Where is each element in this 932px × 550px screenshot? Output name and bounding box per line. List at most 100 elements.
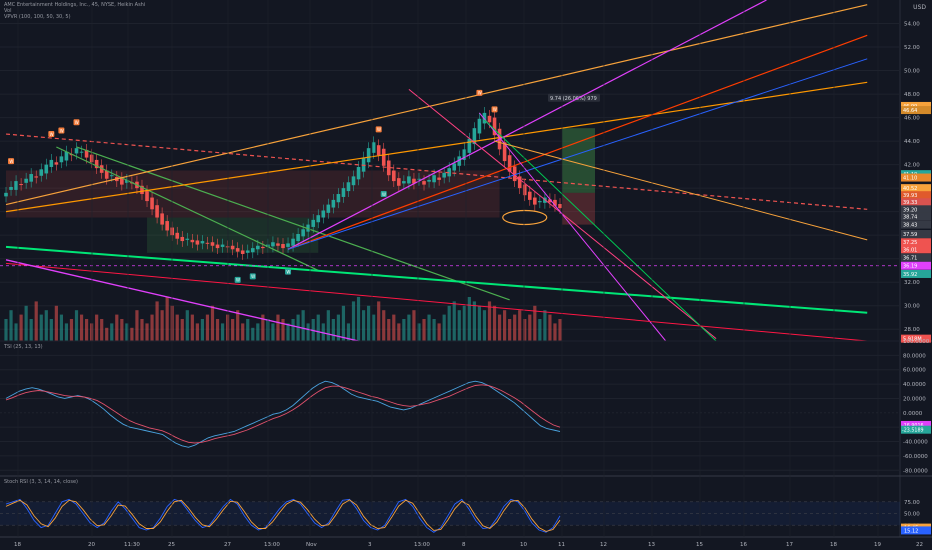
time-tick-label: 22 [916, 542, 923, 548]
candle-body [250, 248, 255, 253]
stoch-rsi-legend[interactable]: Stoch RSI (3, 3, 14, 14, close) [4, 479, 78, 485]
volume-bar [246, 319, 250, 341]
volume-bar [14, 323, 18, 341]
volume-bar [271, 323, 275, 341]
candle-body [291, 238, 295, 246]
candle-body [64, 151, 69, 161]
candle-body [155, 205, 159, 218]
signal-marker-label: W [382, 192, 386, 197]
candle-body [245, 250, 250, 253]
volume-bar [44, 310, 48, 341]
price-axis-label[interactable]: 39.20 [901, 205, 931, 214]
volume-bar [34, 301, 38, 341]
price-axis-label[interactable]: 36.71 [901, 253, 931, 262]
volume-bar [291, 319, 295, 341]
candle-body [74, 148, 79, 154]
tsi-legend[interactable]: TSI (25, 13, 13) [4, 344, 43, 350]
candle-body [346, 182, 351, 192]
volume-bar [241, 323, 245, 341]
volume-bar [341, 305, 346, 341]
tsi-value-label-text: -23.5189 [902, 428, 924, 434]
time-tick-label: 11:30 [124, 542, 140, 548]
stoch-value-label[interactable]: 15.12 [901, 526, 931, 535]
price-axis-label[interactable]: 40.52 [901, 184, 931, 193]
time-tick-label: 10 [520, 542, 527, 548]
volume-bar [95, 314, 99, 341]
tsi-tick-label: -80.0000 [903, 468, 928, 474]
volume-bar [356, 297, 361, 341]
candle-body [89, 154, 94, 163]
volume-bar [200, 319, 205, 341]
candle-body [366, 148, 371, 163]
price-axis-label[interactable]: 38.74 [901, 212, 931, 221]
time-tick-label: 27 [224, 542, 231, 548]
price-axis-label[interactable]: 37.59 [901, 229, 931, 238]
symbol-title[interactable]: AMC Entertainment Holdings, Inc., 45, NY… [4, 2, 145, 8]
volume-bar [54, 305, 58, 341]
chart-canvas[interactable]: 28.0030.0032.0034.0036.0038.0040.0042.00… [0, 0, 932, 550]
price-axis-label[interactable]: 41.10 [901, 173, 931, 182]
volume-bar [548, 314, 552, 341]
price-tick-label: 52.00 [904, 45, 920, 51]
candle-body [49, 159, 54, 167]
tsi-value-label[interactable]: -23.5189 [901, 425, 931, 434]
candle-body [558, 204, 562, 209]
time-tick-label: 18 [830, 542, 837, 548]
volume-bar [558, 319, 562, 341]
volume-bar [276, 314, 280, 341]
volume-bar [215, 319, 220, 341]
candle-body [507, 155, 512, 172]
price-axis-label[interactable]: 35.92 [901, 269, 931, 278]
signal-marker-label: W [50, 132, 54, 137]
volume-bar [64, 323, 69, 341]
candle-body [422, 181, 426, 185]
candle-body [195, 240, 200, 245]
price-axis-label[interactable]: 36.01 [901, 245, 931, 254]
volume-bar [231, 319, 235, 341]
candle-body [271, 242, 275, 247]
price-axis-label[interactable]: 38.43 [901, 220, 931, 229]
price-axis-label[interactable]: 46.64 [901, 106, 931, 115]
price-axis-label[interactable]: 39.33 [901, 198, 931, 207]
volume-bar [9, 310, 13, 341]
volume-bar [59, 314, 63, 341]
candle-body [165, 221, 169, 231]
tsi-tick-label: 60.0000 [903, 368, 926, 374]
volume-bar [351, 301, 356, 341]
signal-marker-label: W [9, 159, 13, 164]
candle-body [351, 176, 356, 186]
price-tick-label: 48.00 [904, 92, 920, 98]
candle-body [442, 172, 446, 178]
vpvr-legend[interactable]: VPVR (100, 100, 50, 30, 5) [4, 14, 145, 20]
candle-body [14, 181, 18, 190]
volume-bar [331, 319, 335, 341]
price-tick-label: 42.00 [904, 163, 920, 169]
volume-bar [553, 323, 557, 341]
candle-body [145, 191, 149, 202]
candle-body [452, 163, 457, 171]
volume-bar [306, 323, 310, 341]
price-axis-label-text: 38.43 [903, 223, 917, 229]
volume-bar [437, 323, 441, 341]
volume-bar [326, 310, 330, 341]
candle-body [326, 204, 331, 213]
price-axis-label[interactable]: 36.19 [901, 261, 931, 270]
candle-body [175, 232, 180, 239]
candle-body [321, 210, 326, 218]
price-tick-label: 32.00 [904, 280, 920, 286]
price-axis-label[interactable]: 39.93 [901, 191, 931, 200]
tsi-tick-label: -40.0000 [903, 440, 928, 446]
candle-body [296, 233, 300, 242]
candle-body [150, 197, 154, 210]
time-tick-label: 15 [696, 542, 703, 548]
volume-bar [397, 323, 401, 341]
candle-body [427, 179, 431, 182]
candle-body [371, 142, 376, 153]
chart-stage[interactable]: 28.0030.0032.0034.0036.0038.0040.0042.00… [0, 0, 932, 550]
volume-bar [220, 323, 225, 341]
candle-body [286, 243, 290, 247]
volume-bar [160, 310, 164, 341]
volume-bar [256, 323, 260, 341]
price-axis-label[interactable]: 37.25 [901, 238, 931, 247]
volume-bar [135, 310, 139, 341]
